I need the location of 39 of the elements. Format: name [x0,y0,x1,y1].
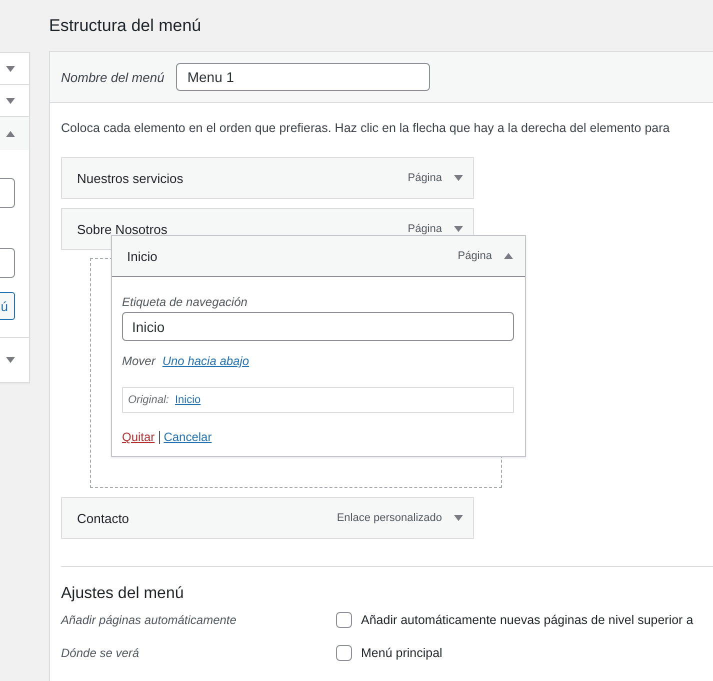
cancel-link[interactable]: Cancelar [164,430,212,444]
item-title: Sobre Nosotros [77,222,168,236]
settings-heading: Ajustes del menú [61,585,185,603]
setting-label: Añadir páginas automáticamente [61,613,238,627]
add-button[interactable]: ú [0,292,15,320]
field-label: Nombre del menú [61,70,164,84]
checkbox[interactable] [336,645,352,661]
caret-down-icon[interactable] [454,175,463,181]
item-type: Página [458,250,492,262]
menu-name-field[interactable]: Menu 1 [176,63,430,91]
caret-up-icon[interactable] [6,130,15,136]
item-title: Contacto [77,510,130,526]
caret-down-icon[interactable] [6,66,15,72]
menu-item-card[interactable]: Inicio Página Etiqueta de navegación Inicio Mover Uno hacia abajo Original: Inicio Quitar Cancelar [111,235,526,457]
field-label: Etiqueta de navegación [122,295,248,309]
navigation-label-field[interactable]: Inicio [122,312,514,341]
item-type: Página [408,223,442,235]
section-title: Estructura del menú [49,15,202,37]
caret-down-icon[interactable] [6,357,15,363]
original-link[interactable]: Inicio [174,394,201,406]
item-title: Inicio [127,248,158,264]
option-label: Añadir automáticamente nuevas páginas de nivel superior a [361,613,694,627]
option-label: Menú principal [361,646,442,660]
caret-up-icon[interactable] [504,253,513,259]
instructions-text: Coloca cada elemento en el orden que prefieras. Haz clic en la flecha que hay a la derecha del elemento para [61,121,671,135]
caret-down-icon[interactable] [6,98,15,104]
move-label: Mover [122,354,156,368]
menu-item[interactable]: Contacto Enlace personalizado [61,497,474,539]
setting-label: Dónde se verá [61,646,140,660]
menu-item[interactable]: Nuestros servicios Página [61,157,474,199]
item-title: Nuestros servicios [77,170,184,186]
caret-down-icon[interactable] [454,226,463,232]
original-label: Original: [128,394,169,406]
move-down-link[interactable]: Uno hacia abajo [162,354,250,368]
checkbox[interactable] [336,612,352,628]
remove-link[interactable]: Quitar [122,430,155,444]
item-type: Página [408,172,442,184]
item-type: Enlace personalizado [336,512,442,524]
caret-down-icon[interactable] [454,515,463,521]
